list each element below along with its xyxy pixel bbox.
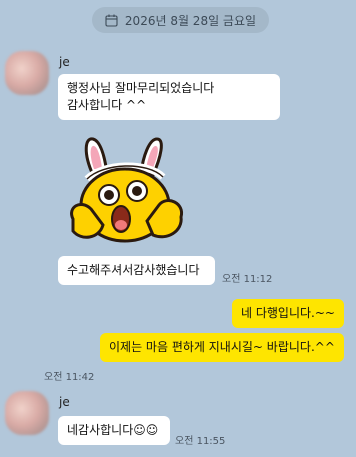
date-divider-label: 2026년 8월 28일 금요일: [124, 13, 257, 28]
calendar-icon: [105, 14, 118, 27]
date-divider: 2026년 8월 28일 금요일: [92, 7, 269, 33]
message-bubble-incoming[interactable]: 수고해주셔서감사했습니다: [58, 256, 215, 285]
avatar[interactable]: [5, 51, 49, 95]
message-bubble-outgoing[interactable]: 네 다행입니다.~~: [232, 299, 344, 328]
message-bubble-incoming[interactable]: 네감사합니다☺☺: [58, 416, 170, 445]
message-timestamp: 오전 11:42: [44, 372, 95, 383]
sender-name: je: [59, 395, 70, 409]
message-bubble-outgoing[interactable]: 이제는 마음 편하게 지내시길~ 바랍니다.^^: [100, 333, 344, 362]
bunny-ears-character-sticker[interactable]: [63, 133, 195, 251]
message-timestamp: 오전 11:12: [222, 274, 273, 285]
sender-name: je: [59, 55, 70, 69]
message-timestamp: 오전 11:55: [175, 436, 226, 447]
avatar[interactable]: [5, 391, 49, 435]
message-bubble-incoming[interactable]: 행정사님 잘마무리되었습니다 감사합니다 ^^: [58, 74, 280, 120]
